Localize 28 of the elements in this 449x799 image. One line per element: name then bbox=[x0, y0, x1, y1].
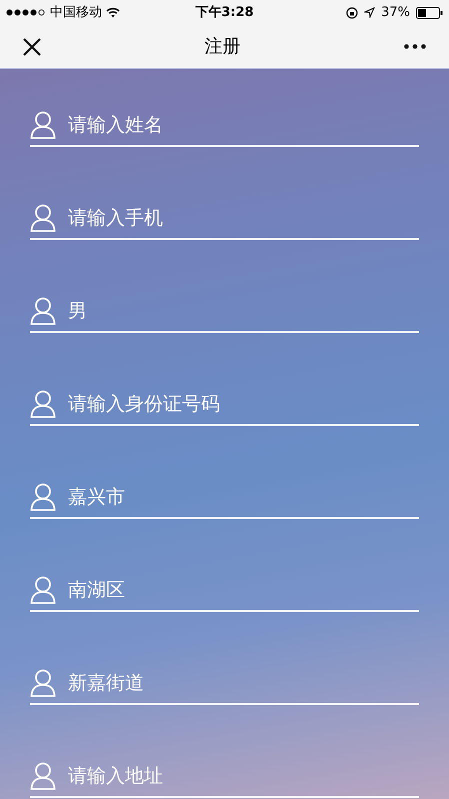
person-icon bbox=[30, 297, 56, 325]
person-icon bbox=[30, 390, 56, 418]
input-field[interactable]: 请输入身份证号码 bbox=[68, 390, 419, 418]
person-icon bbox=[30, 669, 56, 697]
page-title: 注册 bbox=[204, 35, 240, 59]
carrier-name: 中国移动 bbox=[50, 4, 102, 22]
input-field[interactable]: 请输入姓名 bbox=[68, 110, 419, 140]
clock-time: 下午3:28 bbox=[195, 4, 254, 22]
person-icon bbox=[30, 576, 56, 604]
location-arrow-icon bbox=[364, 7, 376, 18]
close-button[interactable] bbox=[22, 36, 42, 56]
input-field[interactable]: 男 bbox=[68, 296, 419, 326]
person-icon bbox=[30, 483, 56, 511]
battery-percentage: 37% bbox=[381, 4, 410, 22]
person-icon bbox=[30, 762, 56, 790]
input-field[interactable]: 新嘉街道 bbox=[68, 668, 419, 698]
battery-icon bbox=[416, 6, 443, 18]
person-icon bbox=[30, 111, 56, 139]
person-icon bbox=[30, 204, 56, 232]
close-icon bbox=[23, 38, 41, 56]
wifi-icon bbox=[106, 7, 120, 18]
signal-icon bbox=[6, 9, 46, 16]
input-field[interactable]: 请输入手机 bbox=[68, 204, 419, 232]
more-icon bbox=[404, 44, 426, 49]
input-field[interactable]: 请输入地址 bbox=[68, 762, 419, 790]
input-field[interactable]: 南湖区 bbox=[68, 576, 419, 604]
input-field[interactable]: 嘉兴市 bbox=[68, 482, 419, 512]
rotation-lock-icon bbox=[346, 6, 358, 18]
